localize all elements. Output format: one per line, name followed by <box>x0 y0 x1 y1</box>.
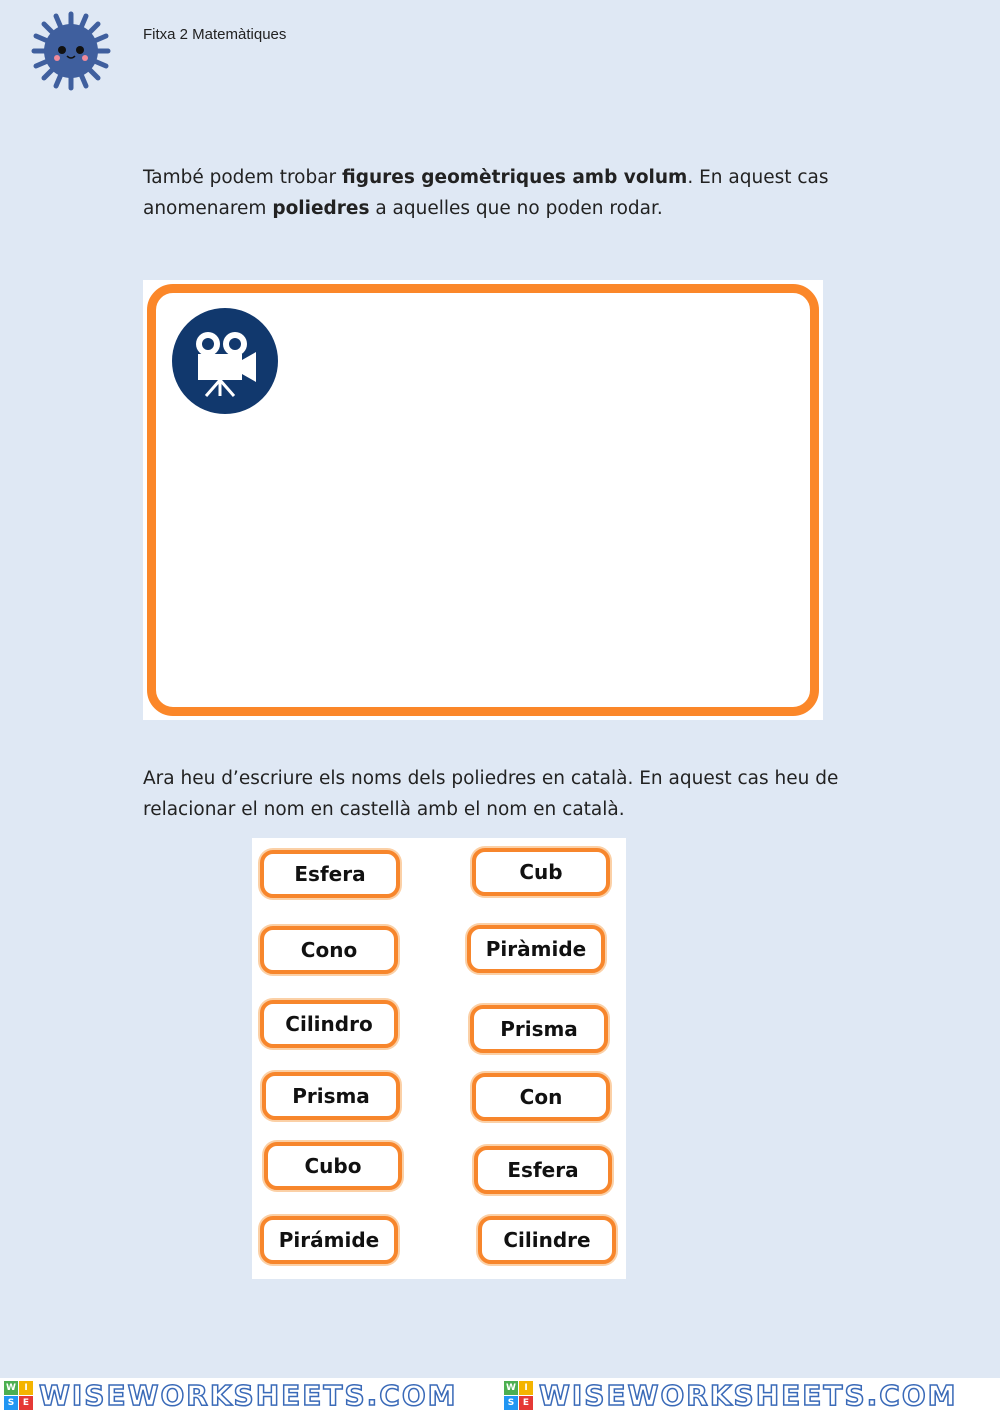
badge-letter: I <box>519 1381 533 1395</box>
watermark: WISE WISEWORKSHEETS.COM <box>0 1378 500 1413</box>
badge-letter: E <box>519 1396 533 1410</box>
watermark-text: WISEWORKSHEETS.COM <box>38 1378 458 1413</box>
intro-paragraph: També podem trobar figures geomètriques … <box>143 162 863 224</box>
card-left-2[interactable]: Cono <box>260 926 398 974</box>
card-left-6[interactable]: Pirámide <box>260 1216 398 1264</box>
card-left-1[interactable]: Esfera <box>260 850 400 898</box>
worksheet-title: Fitxa 2 Matemàtiques <box>143 26 287 43</box>
watermark-footer: WISE WISEWORKSHEETS.COM WISE WISEWORKSHE… <box>0 1378 1000 1413</box>
card-right-2[interactable]: Piràmide <box>467 925 605 973</box>
badge-letter: S <box>504 1396 518 1410</box>
badge-letter: W <box>4 1381 18 1395</box>
card-right-6[interactable]: Cilindre <box>478 1216 616 1264</box>
wise-badge-icon: WISE <box>4 1381 33 1410</box>
badge-letter: S <box>4 1396 18 1410</box>
worksheet-page: Fitxa 2 Matemàtiques També podem trobar … <box>0 0 1000 1413</box>
badge-letter: W <box>504 1381 518 1395</box>
matching-panel <box>252 838 626 1279</box>
intro-bold-figures: figures geomètriques amb volum <box>342 167 688 188</box>
badge-letter: I <box>19 1381 33 1395</box>
card-left-4[interactable]: Prisma <box>262 1072 400 1120</box>
intro-text: També podem trobar <box>143 167 343 188</box>
wise-badge-icon: WISE <box>504 1381 533 1410</box>
watermark: WISE WISEWORKSHEETS.COM <box>500 1378 1000 1413</box>
card-left-5[interactable]: Cubo <box>264 1142 402 1190</box>
instructions: Ara heu d’escriure els noms dels poliedr… <box>143 768 839 820</box>
virus-mascot-icon <box>31 11 111 91</box>
intro-text: a aquelles que no poden rodar. <box>369 198 663 219</box>
movie-camera-icon[interactable] <box>172 308 278 414</box>
card-left-3[interactable]: Cilindro <box>260 1000 398 1048</box>
card-right-4[interactable]: Con <box>472 1073 610 1121</box>
badge-letter: E <box>19 1396 33 1410</box>
watermark-text: WISEWORKSHEETS.COM <box>538 1378 958 1413</box>
intro-bold-poliedres: poliedres <box>272 198 370 219</box>
card-right-3[interactable]: Prisma <box>470 1005 608 1053</box>
card-right-1[interactable]: Cub <box>472 848 610 896</box>
video-player[interactable] <box>143 280 823 720</box>
card-right-5[interactable]: Esfera <box>474 1146 612 1194</box>
